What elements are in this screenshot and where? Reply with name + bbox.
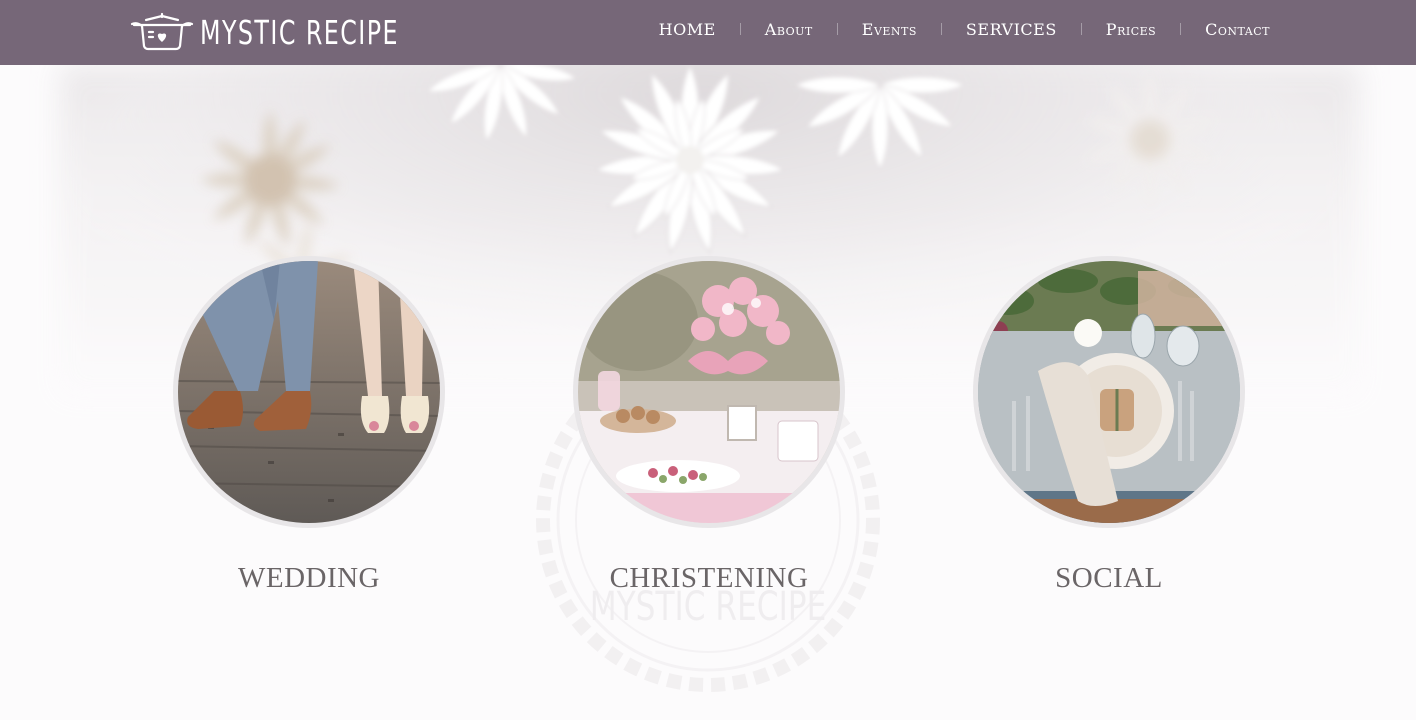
nav-item-prices: Prices: [1082, 20, 1180, 39]
nav-item-about: About: [741, 20, 837, 39]
site-logo-text: MYSTIC RECIPE: [200, 12, 399, 52]
nav-link-prices[interactable]: Prices: [1082, 20, 1180, 39]
category-card-wedding[interactable]: WEDDING: [173, 256, 445, 595]
nav-item-contact: Contact: [1181, 20, 1294, 39]
category-image-frame: [573, 256, 845, 528]
nav-link-services[interactable]: SERVICES: [942, 20, 1081, 39]
nav-link-events[interactable]: Events: [838, 20, 941, 39]
nav-link-home[interactable]: HOME: [635, 20, 740, 39]
category-card-christening[interactable]: CHRISTENING: [573, 256, 845, 595]
site-header: MYSTIC RECIPE HOME About Events SERVICES…: [0, 0, 1416, 65]
category-title-wedding[interactable]: WEDDING: [173, 562, 445, 595]
christening-dessert-table-photo[interactable]: [578, 261, 840, 523]
nav-link-about[interactable]: About: [741, 20, 837, 39]
cooking-pot-icon: [130, 12, 194, 51]
category-image-frame: [973, 256, 1245, 528]
category-title-social[interactable]: SOCIAL: [973, 562, 1245, 595]
category-title-christening[interactable]: CHRISTENING: [573, 562, 845, 595]
main-nav: HOME About Events SERVICES Prices Contac…: [635, 0, 1294, 58]
nav-item-services: SERVICES: [942, 20, 1081, 39]
category-image-frame: [173, 256, 445, 528]
table-setting-photo[interactable]: [978, 261, 1240, 523]
page: MYSTIC RECIPE MYSTIC RECIPE HOME About E…: [0, 0, 1416, 720]
nav-item-home: HOME: [635, 20, 740, 39]
nav-link-contact[interactable]: Contact: [1181, 20, 1294, 39]
category-card-social[interactable]: SOCIAL: [973, 256, 1245, 595]
site-logo[interactable]: MYSTIC RECIPE: [130, 10, 476, 54]
wedding-shoes-photo[interactable]: [178, 261, 440, 523]
nav-item-events: Events: [838, 20, 941, 39]
